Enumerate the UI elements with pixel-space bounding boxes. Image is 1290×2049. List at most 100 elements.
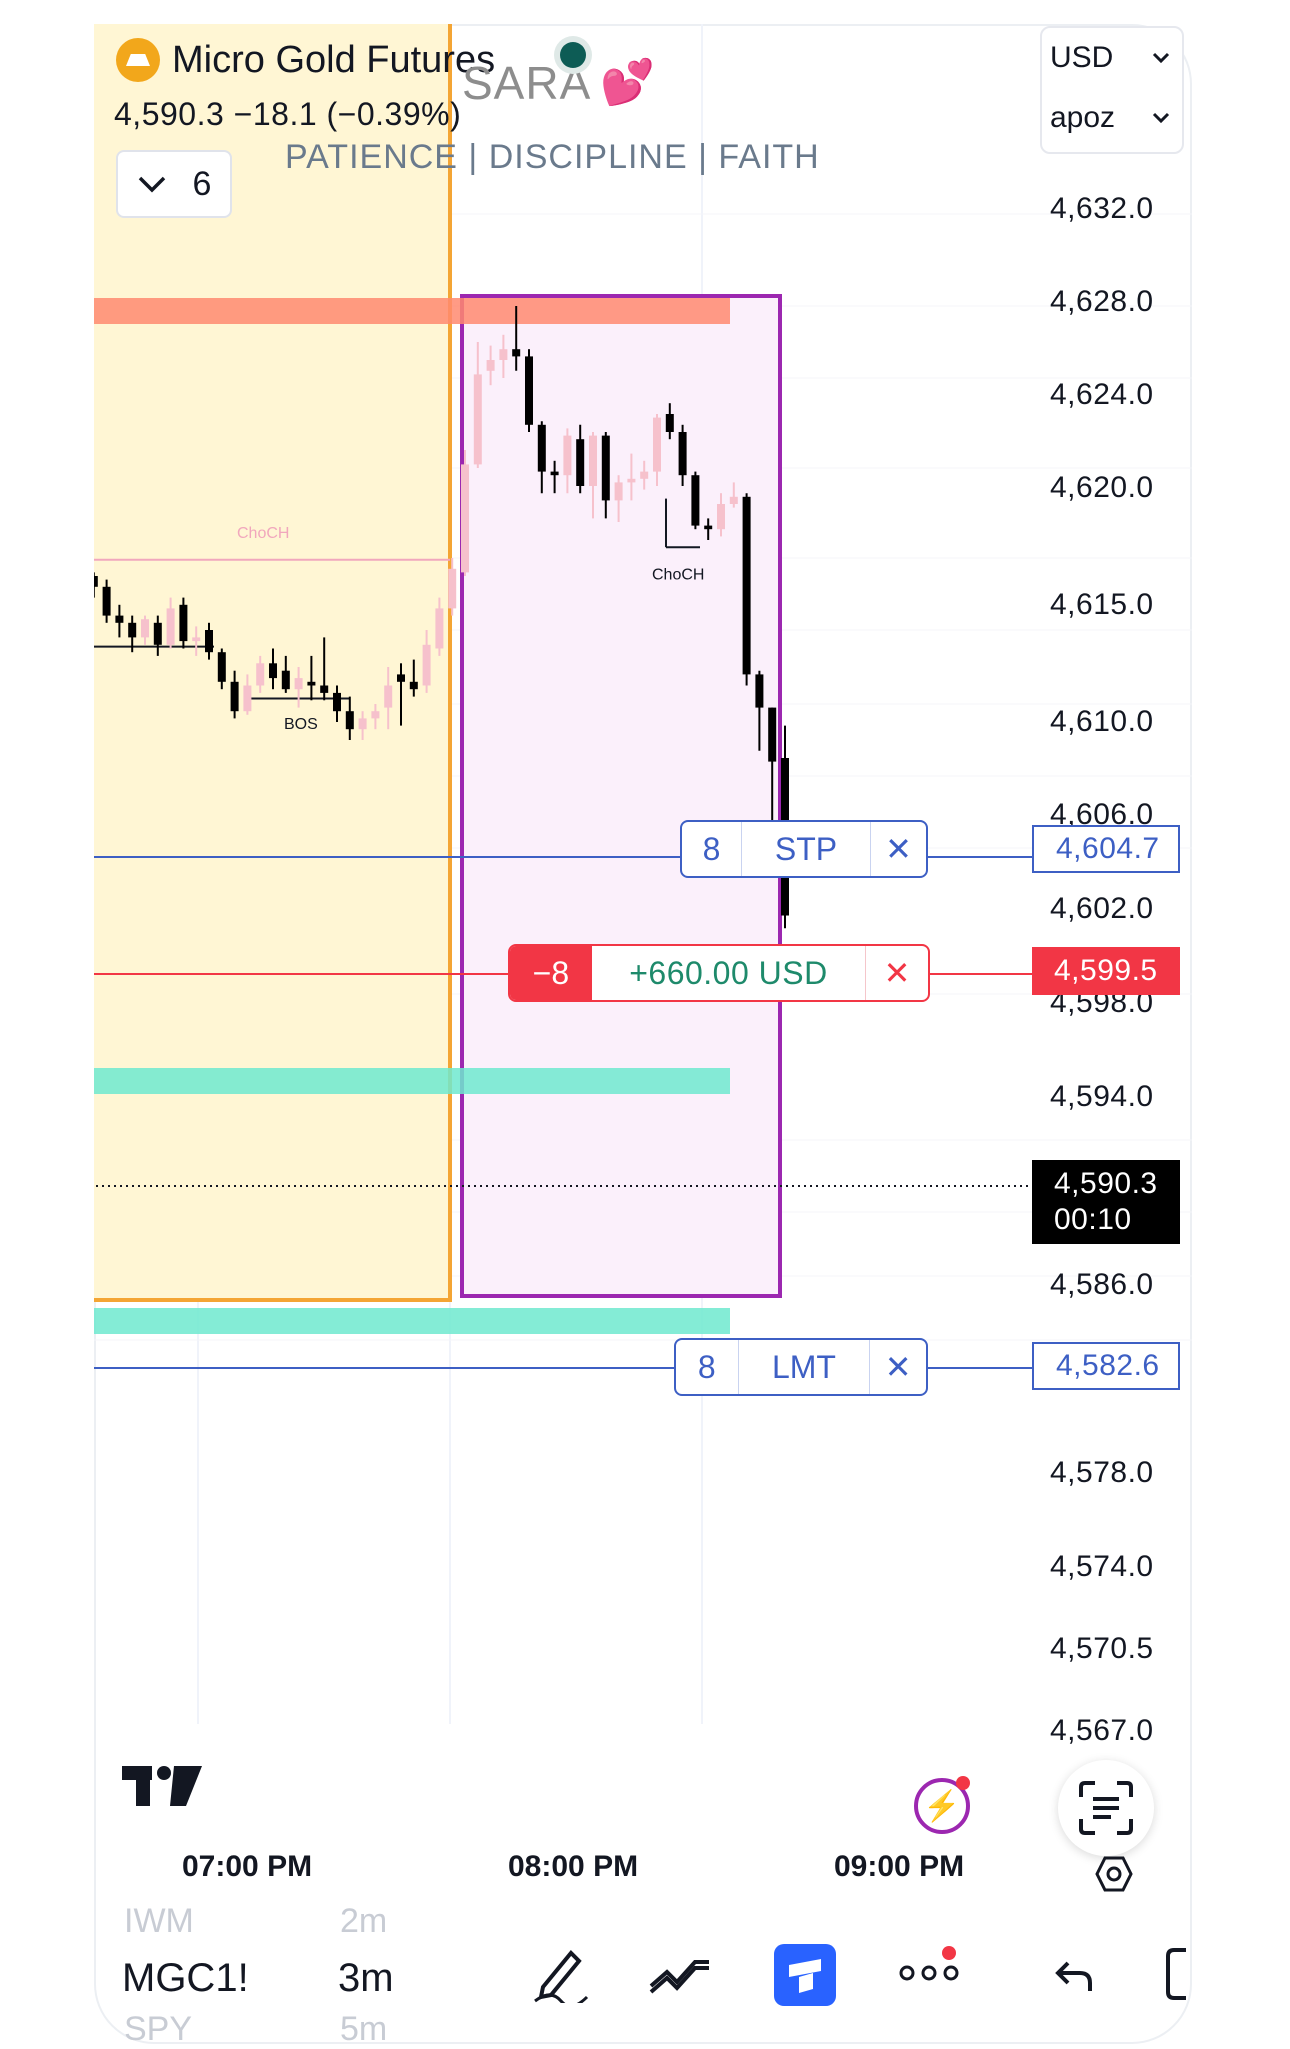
candle-body (742, 496, 751, 675)
price-label: 4,610.0 (1050, 705, 1154, 738)
close-icon[interactable]: ✕ (871, 822, 926, 876)
stop-price-tag[interactable]: 4,604.7 (1032, 825, 1180, 873)
price-label: 4,632.0 (1050, 192, 1154, 225)
trend-tools-icon[interactable] (648, 1948, 712, 2000)
supply-zone[interactable] (94, 298, 730, 324)
limit-order-qty[interactable]: 8 (676, 1340, 739, 1394)
last-price-value: 4,590.3 (1054, 1167, 1158, 1200)
draw-pencil-icon (534, 1950, 589, 2003)
notification-dot (942, 1946, 956, 1960)
price-label: 4,586.0 (1050, 1268, 1154, 1301)
candle-body (307, 681, 316, 686)
candle-body (153, 622, 162, 645)
tradingview-logo-icon (122, 1766, 202, 1806)
demand-zone[interactable] (94, 1068, 730, 1094)
session-zone-killzone[interactable] (460, 294, 782, 1298)
candle-body (166, 608, 175, 645)
demand-zone[interactable] (94, 1308, 730, 1334)
ghost-symbol-below: SPY (124, 2010, 193, 2048)
candle-body (537, 424, 546, 472)
candle-body (269, 663, 277, 679)
candle-body (627, 478, 636, 483)
candle-body (601, 435, 610, 501)
candle-body (94, 576, 98, 587)
currency-dropdown[interactable]: USD (1040, 28, 1180, 88)
interval-picker[interactable]: 3m (338, 1956, 394, 2001)
account-dropdown[interactable]: apoz (1040, 88, 1180, 148)
symbol-header[interactable]: Micro Gold Futures (116, 38, 495, 82)
candle-body (179, 604, 188, 642)
price-label: 4,615.0 (1050, 588, 1154, 621)
position-order[interactable]: −8 +660.00 USD ✕ (508, 944, 930, 1002)
last-price-tag: 4,590.3 00:10 (1032, 1160, 1180, 1244)
undo-icon[interactable] (1052, 1956, 1096, 1996)
pencil-icon[interactable] (530, 1944, 590, 2004)
candle-body (333, 692, 341, 712)
trading-panel-button[interactable] (774, 1944, 836, 2006)
scan-frame-icon (1079, 1781, 1133, 1835)
tradingview-logo (122, 1756, 202, 1821)
ghost-interval-below: 5m (340, 2010, 388, 2048)
candle-body (397, 674, 405, 682)
position-qty[interactable]: −8 (510, 946, 592, 1000)
chevron-down-icon (138, 176, 165, 193)
motto-text: PATIENCE | DISCIPLINE | FAITH (285, 138, 820, 176)
candle-body (358, 718, 367, 730)
price-change: 4,590.3 −18.1 (−0.39%) (114, 96, 462, 132)
stop-order[interactable]: 8 STP ✕ (680, 820, 928, 878)
price-label: 4,602.0 (1050, 892, 1154, 925)
candle-body (704, 525, 713, 530)
candle-body (205, 630, 213, 653)
chart-pane[interactable]: ChoCH BOS ChoCH (94, 24, 1192, 1724)
close-icon[interactable]: ✕ (870, 1340, 926, 1394)
time-label: 07:00 PM (182, 1850, 313, 1883)
candle-body (141, 619, 149, 638)
candle-body (640, 471, 649, 479)
bos-label: BOS (284, 716, 318, 733)
scan-text-icon[interactable] (1058, 1760, 1154, 1856)
limit-order-type[interactable]: LMT (739, 1340, 871, 1394)
candle-body (384, 685, 393, 708)
account-label: apoz (1050, 101, 1116, 134)
candle-body (409, 681, 418, 690)
candle-body (345, 711, 354, 730)
choch-label: ChoCH (237, 525, 289, 542)
candle-body (448, 568, 457, 609)
settings-icon[interactable] (1094, 1854, 1134, 1894)
stop-order-qty[interactable]: 8 (682, 822, 743, 876)
more-options-icon[interactable] (896, 1958, 962, 1988)
collapse-indicators-button[interactable]: 6 (116, 150, 232, 218)
limit-price-tag[interactable]: 4,582.6 (1032, 1342, 1180, 1390)
candle-body (243, 685, 252, 712)
candle-body (102, 586, 111, 616)
time-label: 08:00 PM (508, 1850, 639, 1883)
candle-body (435, 608, 444, 649)
fullscreen-icon[interactable] (1164, 1944, 1188, 2004)
candle-body (294, 678, 303, 690)
candle-body (192, 637, 201, 642)
position-price-tag[interactable]: 4,599.5 (1032, 947, 1180, 995)
ghost-symbol-above: IWM (124, 1902, 194, 1940)
candle-body (525, 356, 533, 425)
candle-body (729, 496, 738, 504)
stop-order-type[interactable]: STP (742, 822, 871, 876)
candlestick-chart[interactable]: ChoCH BOS ChoCH (94, 24, 1192, 1724)
price-label: 4,594.0 (1050, 1080, 1154, 1113)
candle-body (653, 417, 661, 472)
candle-body (614, 482, 623, 501)
candle-body (717, 504, 725, 530)
market-status-icon[interactable] (560, 42, 586, 68)
candle-body (461, 464, 469, 573)
candle-body (371, 711, 380, 719)
price-label: 4,628.0 (1050, 285, 1154, 318)
candle-body (115, 615, 124, 623)
candle-body (486, 360, 495, 371)
currency-label: USD (1050, 41, 1114, 74)
position-pnl[interactable]: +660.00 USD (592, 946, 867, 1000)
price-label: 4,620.0 (1050, 471, 1154, 504)
symbol-picker[interactable]: MGC1! (122, 1956, 249, 2001)
price-label: 4,567.0 (1050, 1714, 1154, 1747)
limit-order[interactable]: 8 LMT ✕ (674, 1338, 928, 1396)
price-label: 4,570.5 (1050, 1632, 1154, 1665)
close-icon[interactable]: ✕ (866, 946, 928, 1000)
